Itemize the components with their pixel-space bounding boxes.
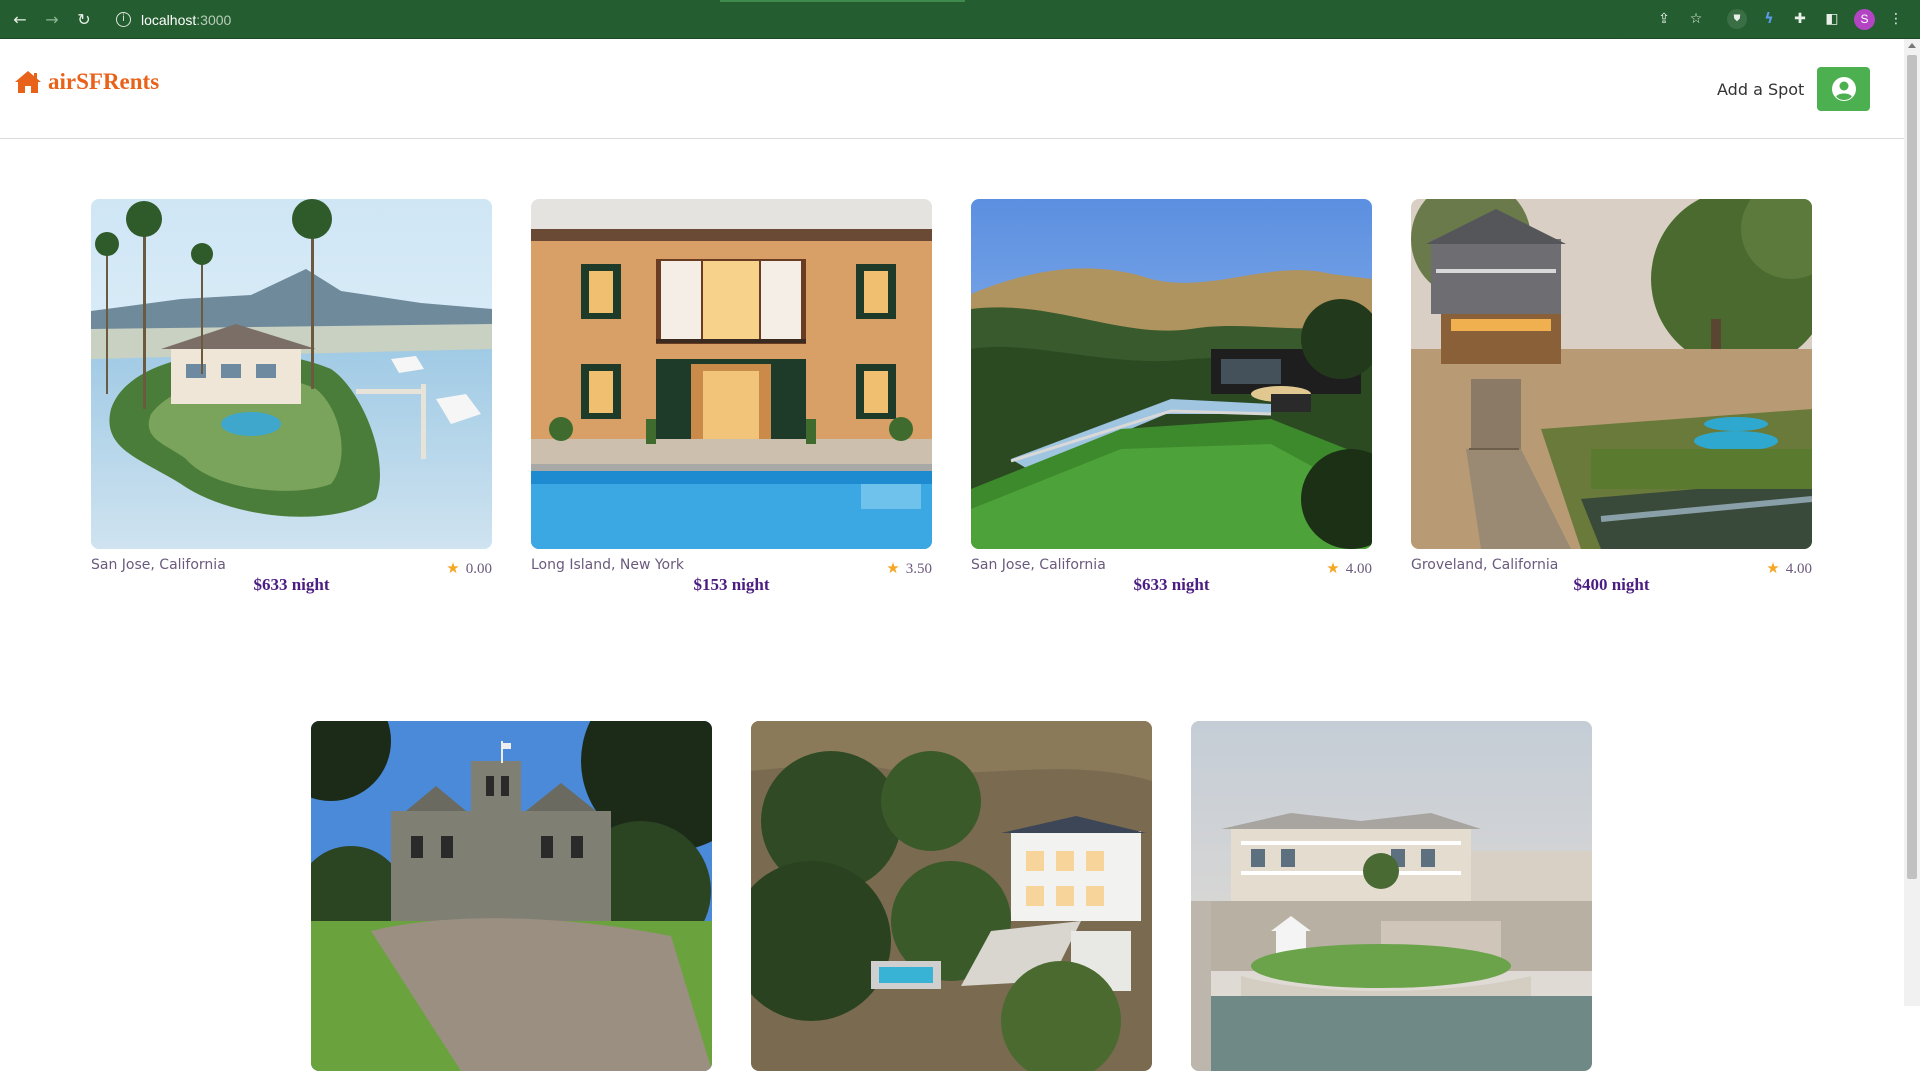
spot-rating: ★ 4.00 bbox=[1326, 559, 1372, 578]
user-circle-icon bbox=[1831, 77, 1856, 101]
rating-value: 3.50 bbox=[905, 561, 932, 577]
spot-rating: ★ 3.50 bbox=[886, 559, 932, 578]
spot-meta: Long Island, New York ★ 3.50 bbox=[531, 557, 932, 581]
bookmark-star-icon[interactable]: ☆ bbox=[1686, 9, 1706, 29]
spot-photo bbox=[1411, 199, 1812, 549]
spot-card[interactable]: San Jose, California ★ 0.00 $633 night bbox=[91, 199, 492, 595]
spot-rating: ★ 4.00 bbox=[1766, 559, 1812, 578]
site-info-icon[interactable]: i bbox=[116, 12, 131, 27]
star-icon: ★ bbox=[886, 559, 900, 577]
spot-card[interactable] bbox=[1191, 721, 1592, 1071]
browser-toolbar: ← → ↻ i localhost:3000 ⇪ ☆ ⛊ ϟ ✚ ◧ S ⋮ bbox=[0, 0, 1920, 39]
rating-value: 4.00 bbox=[1785, 561, 1812, 577]
url-text: localhost:3000 bbox=[141, 12, 231, 28]
spot-location: San Jose, California bbox=[91, 557, 226, 573]
spot-photo bbox=[531, 199, 932, 549]
side-panel-icon[interactable]: ◧ bbox=[1822, 9, 1842, 29]
spot-location: San Jose, California bbox=[971, 557, 1106, 573]
spot-photo bbox=[1191, 721, 1592, 1071]
url-host: localhost bbox=[141, 12, 197, 28]
page-scrollbar[interactable] bbox=[1904, 39, 1920, 1006]
forward-icon[interactable]: → bbox=[41, 9, 63, 31]
logo-link[interactable]: airSFRents bbox=[14, 69, 159, 95]
spot-card[interactable] bbox=[311, 721, 712, 1071]
spot-card[interactable]: Long Island, New York ★ 3.50 $153 night bbox=[531, 199, 932, 595]
site-header: airSFRents Add a Spot bbox=[0, 39, 1904, 139]
profile-avatar[interactable]: S bbox=[1854, 9, 1875, 30]
back-icon[interactable]: ← bbox=[9, 9, 31, 31]
spot-photo bbox=[311, 721, 712, 1071]
star-icon: ★ bbox=[1766, 559, 1780, 577]
url-port: :3000 bbox=[196, 12, 232, 28]
reload-icon[interactable]: ↻ bbox=[73, 9, 95, 31]
kebab-menu-icon[interactable]: ⋮ bbox=[1886, 9, 1906, 29]
extension-shield-icon[interactable]: ⛊ bbox=[1727, 9, 1747, 29]
rating-value: 4.00 bbox=[1345, 561, 1372, 577]
spot-photo bbox=[971, 199, 1372, 549]
extensions-puzzle-icon[interactable]: ✚ bbox=[1790, 9, 1810, 29]
extension-bolt-icon[interactable]: ϟ bbox=[1759, 9, 1779, 29]
spot-card[interactable]: Groveland, California ★ 4.00 $400 night bbox=[1411, 199, 1812, 595]
scrollbar-thumb[interactable] bbox=[1907, 55, 1917, 879]
home-icon bbox=[15, 71, 41, 93]
spot-location: Groveland, California bbox=[1411, 557, 1559, 573]
address-bar[interactable]: i localhost:3000 bbox=[108, 7, 1628, 33]
star-icon: ★ bbox=[1326, 559, 1340, 577]
user-menu-button[interactable] bbox=[1817, 67, 1870, 111]
spot-rating: ★ 0.00 bbox=[446, 559, 492, 578]
scroll-up-arrow-icon[interactable] bbox=[1908, 43, 1916, 48]
spot-photo bbox=[91, 199, 492, 549]
spot-meta: San Jose, California ★ 4.00 bbox=[971, 557, 1372, 581]
spot-location: Long Island, New York bbox=[531, 557, 684, 573]
star-icon: ★ bbox=[446, 559, 460, 577]
add-spot-link[interactable]: Add a Spot bbox=[1717, 80, 1804, 99]
spot-meta: Groveland, California ★ 4.00 bbox=[1411, 557, 1812, 581]
spot-photo bbox=[751, 721, 1152, 1071]
share-icon[interactable]: ⇪ bbox=[1654, 9, 1674, 29]
spot-card[interactable] bbox=[751, 721, 1152, 1071]
rating-value: 0.00 bbox=[465, 561, 492, 577]
spot-meta: San Jose, California ★ 0.00 bbox=[91, 557, 492, 581]
spot-card[interactable]: San Jose, California ★ 4.00 $633 night bbox=[971, 199, 1372, 595]
brand-name: airSFRents bbox=[48, 69, 160, 94]
active-tab-indicator bbox=[720, 0, 965, 2]
